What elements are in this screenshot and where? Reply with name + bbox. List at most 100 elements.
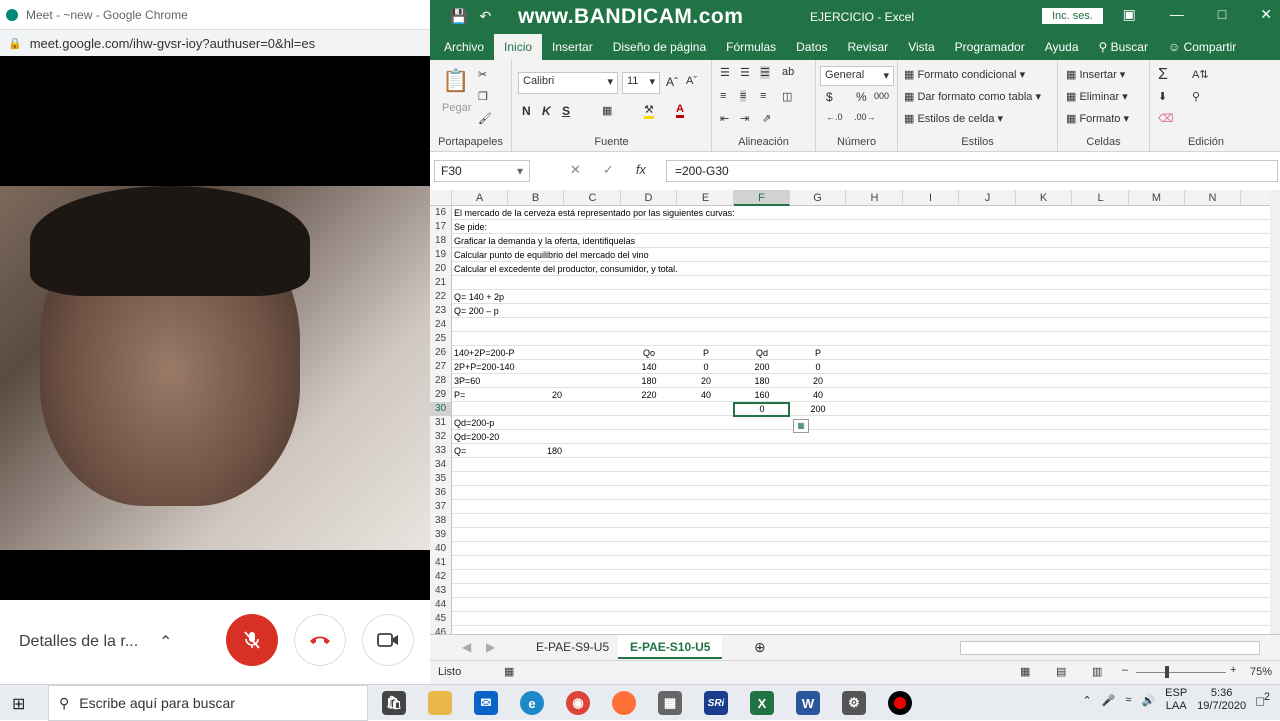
row-header[interactable]: 28 xyxy=(430,374,452,388)
fill-icon[interactable]: ⬇ xyxy=(1158,90,1167,103)
copy-icon[interactable]: ❐ xyxy=(478,90,488,103)
file-explorer-icon[interactable] xyxy=(428,691,452,715)
settings-icon[interactable]: ⚙ xyxy=(842,691,866,715)
undo-icon[interactable]: ↶ xyxy=(479,8,491,25)
worksheet-grid[interactable]: ABCDEFGHIJKLMN 16 El mercado de la cervez… xyxy=(430,190,1280,640)
maximize-icon[interactable]: □ xyxy=(1218,6,1226,23)
row-header[interactable]: 41 xyxy=(430,556,452,570)
select-all-corner[interactable] xyxy=(430,190,452,206)
cell-styles-button[interactable]: ▦ Estilos de celda ▾ xyxy=(904,112,1003,125)
cell-d26[interactable]: Qo xyxy=(623,346,675,360)
bold-button[interactable]: N xyxy=(522,104,531,118)
font-name-select[interactable]: Calibri ▾ xyxy=(518,72,618,94)
sri-app-icon[interactable]: SRi xyxy=(704,691,728,715)
align-center-icon[interactable]: ≡ xyxy=(740,90,747,102)
row-header[interactable]: 26 xyxy=(430,346,452,360)
add-sheet-icon[interactable]: ⊕ xyxy=(742,635,778,659)
conditional-format-button[interactable]: ▦ Formato condicional ▾ xyxy=(904,68,1025,81)
close-icon[interactable]: ✕ xyxy=(1260,6,1272,23)
chevron-up-icon[interactable]: ⌃ xyxy=(1082,694,1091,707)
fill-color-icon[interactable]: ⚒ xyxy=(644,103,654,119)
cut-icon[interactable]: ✂ xyxy=(478,68,487,81)
tab-formulas[interactable]: Fórmulas xyxy=(716,40,786,60)
decrease-indent-icon[interactable]: ⇤ xyxy=(720,112,729,125)
minimize-icon[interactable]: — xyxy=(1170,6,1184,23)
insert-function-icon[interactable]: fx xyxy=(636,162,646,178)
word-icon[interactable]: W xyxy=(796,691,820,715)
edge-icon[interactable]: e xyxy=(520,691,544,715)
page-break-view-icon[interactable]: ▥ xyxy=(1092,665,1102,678)
phone-hangup-icon[interactable] xyxy=(294,614,346,666)
tab-ayuda[interactable]: Ayuda xyxy=(1035,40,1089,60)
row-header[interactable]: 17 xyxy=(430,220,452,234)
row-header[interactable]: 29 xyxy=(430,388,452,402)
increase-indent-icon[interactable]: ⇥ xyxy=(740,112,749,125)
sort-filter-icon[interactable]: A⇅ xyxy=(1192,68,1209,81)
column-header-b[interactable]: B xyxy=(508,190,564,206)
cell-a18[interactable]: Graficar la demanda y la oferta, identif… xyxy=(454,234,854,248)
column-header-n[interactable]: N xyxy=(1185,190,1241,206)
row-header[interactable]: 39 xyxy=(430,528,452,542)
wifi-icon[interactable]: ≈ xyxy=(1125,694,1131,706)
store-icon[interactable]: 🛍 xyxy=(382,691,406,715)
insert-cells-button[interactable]: ▦ Insertar ▾ xyxy=(1066,68,1125,81)
column-header-g[interactable]: G xyxy=(790,190,846,206)
zoom-slider[interactable] xyxy=(1136,672,1226,673)
bandicam-record-icon[interactable] xyxy=(888,691,912,715)
cell-a20[interactable]: Calcular el excedente del productor, con… xyxy=(454,262,854,276)
italic-button[interactable]: K xyxy=(542,104,551,118)
column-header-f[interactable]: F xyxy=(734,190,790,206)
orientation-icon[interactable]: ⇗ xyxy=(762,112,771,125)
macro-record-icon[interactable]: ▦ xyxy=(504,665,514,678)
vertical-scrollbar[interactable] xyxy=(1270,190,1280,634)
font-size-select[interactable]: 11 ▾ xyxy=(622,72,660,94)
url-text[interactable]: meet.google.com/ihw-gvsr-ioy?authuser=0&… xyxy=(30,36,315,51)
windows-start-icon[interactable]: ⊞ xyxy=(12,694,25,714)
cell-d27[interactable]: 140 xyxy=(623,360,675,374)
row-header[interactable]: 21 xyxy=(430,276,452,290)
row-header[interactable]: 43 xyxy=(430,584,452,598)
column-header-a[interactable]: A xyxy=(452,190,508,206)
cell-e29[interactable]: 40 xyxy=(680,388,732,402)
tab-archivo[interactable]: Archivo xyxy=(434,40,494,60)
column-header-e[interactable]: E xyxy=(678,190,734,206)
cell-g30[interactable]: 200 xyxy=(792,402,844,416)
share-button[interactable]: ☺ Compartir xyxy=(1158,40,1246,60)
column-header-m[interactable]: M xyxy=(1129,190,1185,206)
camera-icon[interactable] xyxy=(362,614,414,666)
mail-icon[interactable]: ✉ xyxy=(474,691,498,715)
mic-icon[interactable]: 🎤 xyxy=(1102,694,1116,707)
borders-icon[interactable]: ▦ xyxy=(602,104,612,117)
clear-icon[interactable]: ⌫ xyxy=(1158,112,1174,125)
wrap-text-icon[interactable]: ab xyxy=(782,66,794,78)
cell-f26[interactable]: Qd xyxy=(736,346,788,360)
quick-analysis-icon[interactable]: ▦ xyxy=(793,419,809,433)
align-right-icon[interactable]: ≡ xyxy=(760,90,766,102)
sign-in-button[interactable]: Inc. ses. xyxy=(1042,8,1103,24)
row-header[interactable]: 16 xyxy=(430,206,452,220)
paste-label[interactable]: Pegar xyxy=(442,102,471,114)
cell-f28[interactable]: 180 xyxy=(736,374,788,388)
cell-e26[interactable]: P xyxy=(680,346,732,360)
firefox-icon[interactable] xyxy=(612,691,636,715)
align-middle-icon[interactable]: ☰ xyxy=(740,66,750,79)
increase-decimal-icon[interactable]: ←.0 xyxy=(826,112,843,122)
cancel-entry-icon[interactable]: ✕ xyxy=(570,162,581,178)
excel-icon[interactable]: X xyxy=(750,691,774,715)
row-header[interactable]: 40 xyxy=(430,542,452,556)
underline-button[interactable]: S xyxy=(562,104,570,118)
find-select-icon[interactable]: ⚲ xyxy=(1192,90,1200,103)
row-header[interactable]: 25 xyxy=(430,332,452,346)
row-header[interactable]: 33 xyxy=(430,444,452,458)
currency-button[interactable]: $ xyxy=(826,90,833,104)
cell-g26[interactable]: P xyxy=(792,346,844,360)
cell-g28[interactable]: 20 xyxy=(792,374,844,388)
row-header[interactable]: 22 xyxy=(430,290,452,304)
chevron-up-icon[interactable]: ⌃ xyxy=(159,632,172,652)
tab-datos[interactable]: Datos xyxy=(786,40,837,60)
font-color-icon[interactable]: A xyxy=(676,103,684,118)
mic-off-icon[interactable] xyxy=(226,614,278,666)
column-header-l[interactable]: L xyxy=(1073,190,1129,206)
tab-programador[interactable]: Programador xyxy=(945,40,1035,60)
column-header-j[interactable]: J xyxy=(960,190,1016,206)
